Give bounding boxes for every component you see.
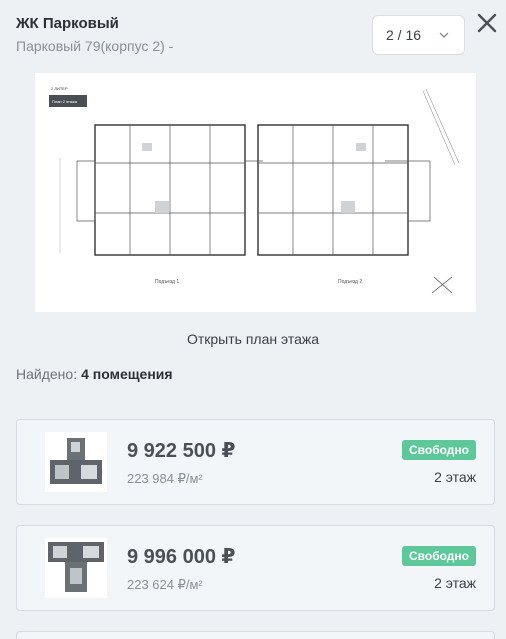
plan-tag-title: 2 ЛИТЕР [51,86,68,91]
plan-section-right: Подъезд 2 [338,279,362,285]
found-count-value: 4 помещения [81,366,173,382]
floor-plan-image[interactable]: 2 ЛИТЕР План 2 этажа Подъезд 1 Подъезд 2 [35,73,476,312]
building-subtitle: Парковый 79(корпус 2) - [16,38,174,54]
listing-price-per-m2: 223 624 ₽/м² [127,577,203,592]
listing-floor: 2 этаж [434,469,476,485]
header: ЖК Парковый Парковый 79(корпус 2) - [16,14,356,55]
close-icon[interactable] [476,12,498,34]
listing-card[interactable] [16,631,495,639]
floor-select-value: 2 / 16 [386,27,422,43]
listing-floor: 2 этаж [434,575,476,591]
floor-plan-drawing: 2 ЛИТЕР План 2 этажа Подъезд 1 Подъезд 2 [35,73,476,312]
found-count: Найдено: 4 помещения [16,366,173,382]
listing-card[interactable]: 9 922 500 ₽ 223 984 ₽/м² Свободно 2 этаж [16,419,495,505]
complex-title: ЖК Парковый [16,15,119,32]
plan-section-left: Подъезд 1 [155,279,179,285]
listing-price: 9 996 000 ₽ [127,546,236,568]
floor-select[interactable]: 2 / 16 [372,15,465,55]
apartment-layout-thumbnail [45,538,107,598]
status-badge: Свободно [402,440,476,460]
found-label: Найдено: [16,366,78,382]
apartment-layout-thumbnail [45,432,107,492]
listing-card[interactable]: 9 996 000 ₽ 223 624 ₽/м² Свободно 2 этаж [16,525,495,611]
status-badge: Свободно [402,546,476,566]
open-floor-plan-link[interactable]: Открыть план этажа [0,331,506,347]
plan-tag-subtitle: План 2 этажа [52,99,78,104]
chevron-down-icon [439,32,449,38]
listing-price-per-m2: 223 984 ₽/м² [127,471,203,486]
listing-price: 9 922 500 ₽ [127,440,236,462]
